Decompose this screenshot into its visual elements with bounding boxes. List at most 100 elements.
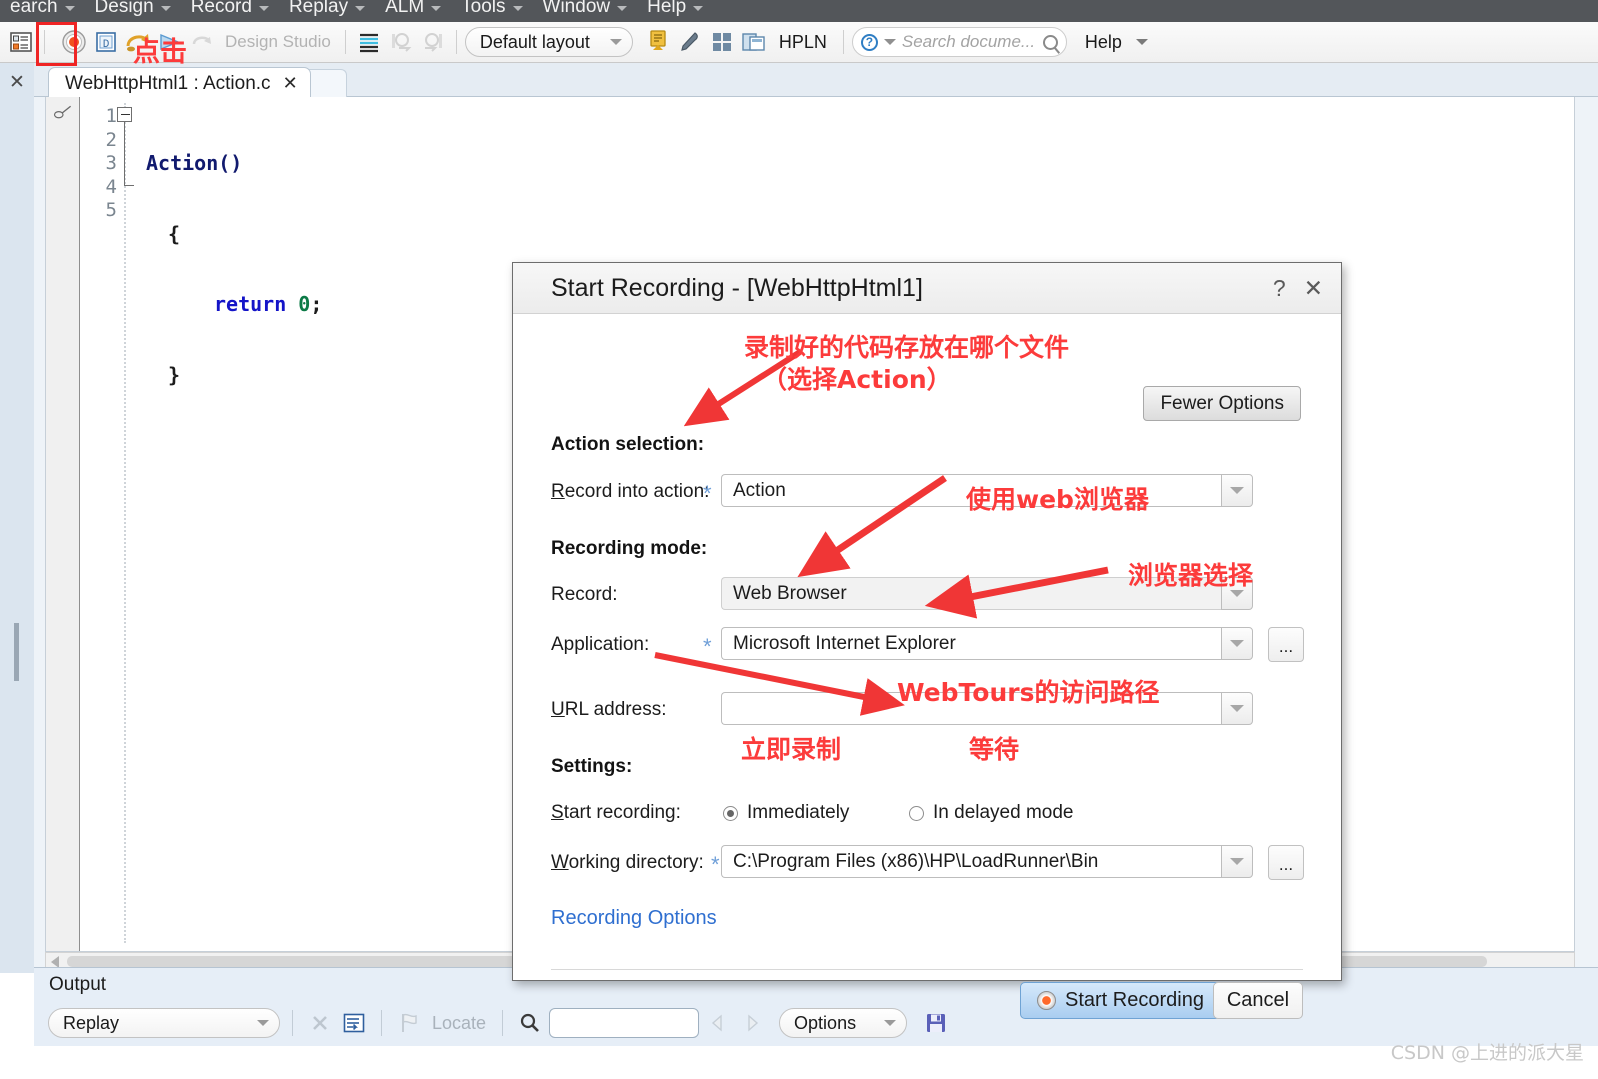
menu-item-record[interactable]: Record (181, 0, 279, 22)
runtime-viewer-a-button[interactable] (386, 27, 416, 57)
label-accesskey: U (551, 699, 565, 720)
application-combobox[interactable]: Microsoft Internet Explorer (721, 627, 1253, 660)
code-fold-toggle[interactable] (117, 107, 132, 122)
annotation-action-file: 录制好的代码存放在哪个文件 (744, 333, 1070, 362)
grid-button[interactable] (707, 27, 737, 57)
save-output-button[interactable] (921, 1008, 951, 1038)
chevron-down-icon (1230, 640, 1244, 647)
rail-splitter-handle[interactable] (14, 623, 19, 681)
label-text: orking directory: (568, 852, 704, 873)
working-directory-value[interactable]: C:\Program Files (x86)\HP\LoadRunner\Bin (721, 845, 1221, 878)
output-search-input[interactable] (549, 1008, 700, 1038)
menu-item-label: Tools (461, 0, 506, 17)
find-next-button[interactable] (737, 1008, 767, 1038)
compile-button[interactable]: D (91, 27, 121, 57)
dialog-help-button[interactable]: ? (1273, 275, 1286, 302)
combobox-arrow-button[interactable] (1221, 474, 1253, 507)
clear-output-button[interactable] (305, 1008, 335, 1038)
menu-item-alm[interactable]: ALM (375, 0, 451, 22)
snapshot-button[interactable] (354, 27, 384, 57)
watermark: CSDN @上进的派大星 (1390, 1042, 1584, 1064)
runtime-viewer-b-button[interactable] (418, 27, 448, 57)
hpln-label[interactable]: HPLN (771, 32, 835, 53)
record-button[interactable] (59, 27, 89, 57)
window-layout-icon (742, 33, 765, 51)
chevron-down-icon (1230, 858, 1244, 865)
annotation-wait-mode: 等待 (969, 735, 1020, 764)
loop-button[interactable] (187, 27, 217, 57)
grid-icon (712, 33, 731, 51)
combobox-arrow-button[interactable] (1221, 627, 1253, 660)
solution-explorer-button[interactable] (6, 27, 36, 57)
cancel-button[interactable]: Cancel (1213, 982, 1303, 1019)
window-layout-button[interactable] (739, 27, 769, 57)
download-button[interactable] (643, 27, 673, 57)
chevron-down-icon[interactable] (1135, 39, 1148, 45)
compile-icon: D (96, 32, 116, 52)
label-text: RL address: (564, 699, 667, 720)
search-input[interactable]: Search docume... (902, 32, 1037, 52)
help-menu[interactable]: Help (1069, 32, 1130, 53)
menu-item-label: Record (190, 0, 252, 17)
prev-arrow-icon (711, 1014, 722, 1032)
recording-options-link[interactable]: Recording Options (551, 907, 717, 930)
output-log-body[interactable] (34, 1046, 1598, 1079)
output-toolbar: Replay Locate Options (34, 1000, 1598, 1046)
application-value[interactable]: Microsoft Internet Explorer (721, 627, 1221, 660)
working-directory-browse-label: ... (1278, 855, 1294, 874)
output-filter-select[interactable]: Replay (48, 1008, 280, 1038)
menu-item-label: Replay (288, 0, 349, 17)
tab-action-c[interactable]: WebHttpHtml1 : Action.c ✕ (48, 67, 311, 99)
working-directory-combobox[interactable]: C:\Program Files (x86)\HP\LoadRunner\Bin (721, 845, 1253, 878)
menu-item-search[interactable]: earch (0, 0, 85, 22)
menu-item-window[interactable]: Window (533, 0, 638, 22)
menu-item-design[interactable]: Design (85, 0, 181, 22)
toolbar-separator (44, 30, 45, 54)
clear-icon (313, 1016, 327, 1030)
find-prev-button[interactable] (703, 1008, 733, 1038)
menu-item-help[interactable]: Help (637, 0, 713, 22)
menu-item-label: earch (10, 0, 58, 17)
search-documentation-box[interactable]: ? Search docume... (851, 27, 1067, 57)
search-icon[interactable] (1042, 34, 1058, 50)
radio-start-immediately[interactable]: Immediately (723, 802, 849, 824)
radio-label: Immediately (747, 802, 850, 823)
label-accesskey: S (551, 802, 564, 823)
locate-button[interactable] (394, 1008, 424, 1038)
start-recording-button-label: Start Recording (1065, 989, 1204, 1011)
snapshot-icon (359, 33, 378, 53)
combobox-arrow-button[interactable] (1221, 692, 1253, 725)
dialog-title: Start Recording - [WebHttpHtml1] (551, 273, 923, 302)
close-icon[interactable]: ✕ (9, 73, 25, 92)
word-wrap-button[interactable] (339, 1008, 369, 1038)
download-icon (650, 30, 666, 50)
tab-label: WebHttpHtml1 : Action.c (65, 72, 271, 94)
output-options-select[interactable]: Options (779, 1008, 908, 1038)
scroll-left-arrow-icon[interactable] (51, 955, 59, 968)
annotation-use-web-browser: 使用web浏览器 (966, 485, 1149, 514)
output-panel-title: Output (49, 974, 107, 995)
application-browse-button[interactable]: ... (1268, 627, 1304, 662)
dialog-divider (551, 969, 1303, 970)
layout-selector[interactable]: Default layout (464, 27, 633, 57)
next-arrow-icon (748, 1014, 759, 1032)
brush-button[interactable] (675, 27, 705, 57)
start-recording-button[interactable]: Start Recording (1020, 982, 1221, 1019)
code-number-zero: 0 (298, 292, 311, 316)
fewer-options-button[interactable]: Fewer Options (1143, 386, 1301, 421)
label-application: Application: (551, 634, 650, 655)
design-studio-label[interactable]: Design Studio (219, 32, 337, 52)
close-icon[interactable]: ✕ (283, 73, 298, 94)
working-directory-browse-button[interactable]: ... (1268, 845, 1304, 880)
radio-start-delayed[interactable]: In delayed mode (909, 802, 1074, 824)
chevron-down-icon[interactable] (883, 39, 896, 45)
application-browse-label: ... (1278, 637, 1294, 656)
bookmark-gutter[interactable] (46, 97, 80, 951)
menu-item-replay[interactable]: Replay (279, 0, 375, 22)
solution-explorer-icon (10, 32, 32, 52)
combobox-arrow-button[interactable] (1221, 845, 1253, 878)
dialog-close-button[interactable]: ✕ (1304, 275, 1323, 302)
code-content[interactable]: Action() { return 0; } (146, 105, 322, 434)
find-button[interactable] (515, 1008, 545, 1038)
menu-item-tools[interactable]: Tools (451, 0, 532, 22)
